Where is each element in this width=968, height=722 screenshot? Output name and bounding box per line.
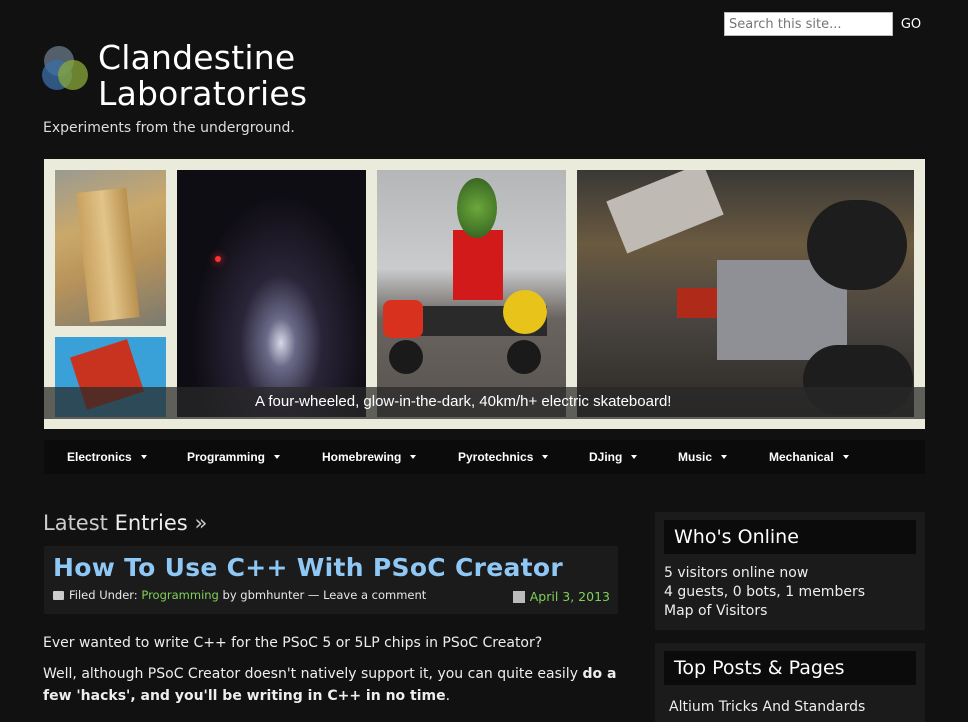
nav-label: Homebrewing (322, 450, 402, 464)
nav-item-electronics[interactable]: Electronics (67, 450, 147, 464)
banner-photo-plant-robot (377, 170, 566, 417)
site-tagline: Experiments from the underground. (43, 120, 295, 136)
entries-word: Entries (114, 511, 188, 535)
leave-comment-link[interactable]: Leave a comment (323, 588, 426, 602)
main-nav: Electronics Programming Homebrewing Pyro… (44, 440, 925, 474)
nav-item-programming[interactable]: Programming (187, 450, 281, 464)
chevron-down-icon (410, 455, 417, 459)
post-meta: Filed Under: Programming by gbmhunter — … (53, 588, 426, 602)
nav-label: Electronics (67, 450, 132, 464)
banner-photo-electric-skateboard (577, 170, 914, 417)
chevron-down-icon (842, 455, 849, 459)
post-header: How To Use C++ With PSoC Creator Filed U… (44, 546, 618, 614)
chevron-down-icon (542, 455, 549, 459)
nav-item-homebrewing[interactable]: Homebrewing (322, 450, 417, 464)
banner-caption[interactable]: A four-wheeled, glow-in-the-dark, 40km/h… (255, 393, 671, 410)
post-paragraph: Well, although PSoC Creator doesn't nati… (43, 663, 618, 707)
site-title-line1: Clandestine (98, 38, 296, 77)
nav-label: Music (678, 450, 713, 464)
banner-photo-wood-board (55, 170, 166, 326)
whos-online-widget: Who's Online 5 visitors online now 4 gue… (655, 512, 925, 630)
chevron-down-icon (274, 455, 281, 459)
banner-caption-bar: A four-wheeled, glow-in-the-dark, 40km/h… (44, 387, 925, 419)
nav-item-pyrotechnics[interactable]: Pyrotechnics (458, 450, 549, 464)
top-post-link[interactable]: Altium Tricks And Standards (669, 699, 865, 715)
visitors-count: 5 visitors online now (664, 565, 809, 581)
chevron-down-icon (631, 455, 638, 459)
post-author: by gbmhunter — (222, 588, 320, 602)
chevron-down-icon (721, 455, 728, 459)
latest-word: Latest (43, 511, 108, 535)
widget-title: Top Posts & Pages (664, 651, 916, 685)
post-date: April 3, 2013 (512, 589, 610, 604)
search-input[interactable] (724, 12, 893, 36)
post-title[interactable]: How To Use C++ With PSoC Creator (53, 553, 563, 582)
featured-banner[interactable]: A four-wheeled, glow-in-the-dark, 40km/h… (44, 159, 925, 429)
nav-item-mechanical[interactable]: Mechanical (769, 450, 849, 464)
nav-label: DJing (589, 450, 623, 464)
guests-count: 4 guests, 0 bots, 1 members (664, 584, 865, 600)
nav-label: Mechanical (769, 450, 834, 464)
double-arrow-icon: » (194, 511, 208, 535)
nav-label: Pyrotechnics (458, 450, 534, 464)
venn-logo-icon (42, 46, 92, 100)
nav-label: Programming (187, 450, 266, 464)
top-posts-widget: Top Posts & Pages Altium Tricks And Stan… (655, 643, 925, 722)
post-paragraph: Ever wanted to write C++ for the PSoC 5 … (43, 635, 543, 651)
post-category-link[interactable]: Programming (141, 588, 219, 602)
site-title-line2: Laboratories (98, 74, 308, 113)
calendar-icon (512, 590, 525, 603)
post-date-text: April 3, 2013 (529, 589, 610, 604)
nav-item-music[interactable]: Music (678, 450, 728, 464)
search-go-button[interactable]: GO (895, 12, 927, 36)
paragraph-text: . (445, 688, 451, 704)
filed-under-label: Filed Under: (69, 588, 138, 602)
folder-icon (53, 590, 64, 600)
banner-photo-glow-dark (177, 170, 366, 417)
widget-title: Who's Online (664, 520, 916, 554)
site-title[interactable]: Clandestine Laboratories (98, 40, 307, 112)
map-of-visitors-link[interactable]: Map of Visitors (664, 603, 767, 619)
site-logo[interactable]: Clandestine Laboratories (42, 40, 307, 112)
nav-item-djing[interactable]: DJing (589, 450, 638, 464)
paragraph-text: Well, although PSoC Creator doesn't nati… (43, 666, 583, 682)
search-form: GO (724, 12, 927, 36)
chevron-down-icon (140, 455, 147, 459)
latest-entries-heading[interactable]: Latest Entries » (43, 511, 207, 535)
